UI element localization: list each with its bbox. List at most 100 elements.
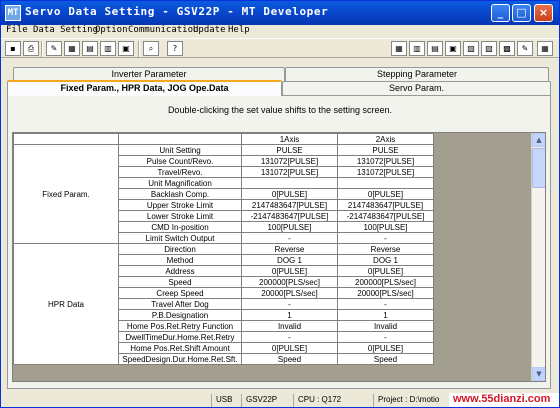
maximize-button[interactable]: □ (512, 4, 531, 22)
help-icon[interactable]: ? (167, 41, 183, 56)
scroll-down-button[interactable]: ▼ (532, 367, 545, 381)
param-label: Direction (118, 243, 242, 255)
param-label: Creep Speed (118, 287, 242, 299)
app-icon: MT (5, 5, 21, 21)
minimize-button[interactable]: _ (491, 4, 510, 22)
menu-communication[interactable]: Communication (128, 25, 198, 35)
table-icon[interactable]: ▥ (100, 41, 116, 56)
param-value-axis1[interactable] (241, 177, 338, 189)
status-connection: USB (211, 394, 237, 407)
fixed-param-icon[interactable]: ▣ (445, 41, 461, 56)
param-value-axis2[interactable]: DOG 1 (337, 254, 434, 266)
param-value-axis2[interactable]: 0[PULSE] (337, 342, 434, 354)
param-value-axis2[interactable]: Speed (337, 353, 434, 365)
param-value-axis2[interactable]: PULSE (337, 144, 434, 156)
tab-servo-param[interactable]: Servo Param. (282, 81, 551, 95)
close-button[interactable]: × (534, 4, 553, 22)
param-value-axis1[interactable]: DOG 1 (241, 254, 338, 266)
param-value-axis1[interactable]: Reverse (241, 243, 338, 255)
param-value-axis1[interactable]: 0[PULSE] (241, 342, 338, 354)
param-label: Speed (118, 276, 242, 288)
group-label: HPR Data (13, 243, 119, 365)
param-value-axis1[interactable]: Invalid (241, 320, 338, 332)
param-value-axis2[interactable]: 131072[PULSE] (337, 155, 434, 167)
hpr-icon[interactable]: ▧ (463, 41, 479, 56)
vertical-scrollbar[interactable]: ▲ ▼ (531, 133, 545, 381)
tab-panel: Double-clicking the set value shifts to … (7, 95, 551, 389)
tile-icon[interactable]: ▦ (537, 41, 553, 56)
main-window: MT Servo Data Setting - GSV22P - MT Deve… (0, 0, 560, 408)
tab-inverter-parameter[interactable]: Inverter Parameter (13, 67, 285, 81)
param-value-axis1[interactable]: - (241, 232, 338, 244)
param-value-axis1[interactable]: - (241, 331, 338, 343)
param-value-axis1[interactable]: 131072[PULSE] (241, 166, 338, 178)
param-label: Travel/Revo. (118, 166, 242, 178)
param-value-axis2[interactable] (337, 177, 434, 189)
param-value-axis1[interactable]: 131072[PULSE] (241, 155, 338, 167)
title-bar[interactable]: MT Servo Data Setting - GSV22P - MT Deve… (1, 1, 559, 25)
search-icon[interactable]: ⌕ (143, 41, 159, 56)
param-value-axis2[interactable]: 2147483647[PULSE] (337, 199, 434, 211)
scroll-thumb[interactable] (532, 148, 545, 188)
menu-file[interactable]: File (6, 25, 28, 35)
menu-option[interactable]: Option (95, 25, 128, 35)
param-value-axis1[interactable]: -2147483647[PULSE] (241, 210, 338, 222)
tab-stepping-parameter[interactable]: Stepping Parameter (285, 67, 549, 81)
param-value-axis2[interactable]: 0[PULSE] (337, 265, 434, 277)
watermark-text: www.55dianzi.com (449, 393, 559, 407)
pen-icon[interactable]: ✎ (517, 41, 533, 56)
param-value-axis2[interactable]: 0[PULSE] (337, 188, 434, 200)
hint-text: Double-clicking the set value shifts to … (167, 105, 393, 115)
table-row: HPR Data Direction Reverse Reverse (13, 243, 434, 365)
param-value-axis1[interactable]: 20000[PLS/sec] (241, 287, 338, 299)
axis-icon[interactable]: ▦ (391, 41, 407, 56)
param-label: Home Pos.Ret.Shift Amount (118, 342, 242, 354)
param-value-axis1[interactable]: 1 (241, 309, 338, 321)
param-value-axis2[interactable]: Reverse (337, 243, 434, 255)
calc-icon[interactable]: ▦ (64, 41, 80, 56)
param-value-axis2[interactable]: 1 (337, 309, 434, 321)
param-value-axis2[interactable]: -2147483647[PULSE] (337, 210, 434, 222)
param-value-axis2[interactable]: 131072[PULSE] (337, 166, 434, 178)
param-value-axis1[interactable]: 0[PULSE] (241, 265, 338, 277)
jog-icon[interactable]: ▨ (481, 41, 497, 56)
param-value-axis2[interactable]: 200000[PLS/sec] (337, 276, 434, 288)
param-value-axis2[interactable]: - (337, 331, 434, 343)
monitor-icon[interactable]: ▣ (118, 41, 134, 56)
param-label: Address (118, 265, 242, 277)
param-label: CMD In-position (118, 221, 242, 233)
grid-corner-cell (118, 133, 242, 145)
window-icon[interactable]: ▩ (499, 41, 515, 56)
param-value-axis2[interactable]: 20000[PLS/sec] (337, 287, 434, 299)
tool-icon[interactable]: ✎ (46, 41, 62, 56)
param-value-axis2[interactable]: Invalid (337, 320, 434, 332)
param-label: Lower Stroke Limit (118, 210, 242, 222)
scroll-up-button[interactable]: ▲ (532, 133, 545, 147)
toolbar-separator (41, 41, 43, 57)
amp-icon[interactable]: ▤ (427, 41, 443, 56)
param-value-axis2[interactable]: 100[PULSE] (337, 221, 434, 233)
param-value-axis2[interactable]: - (337, 298, 434, 310)
grid-header-row: 1Axis 2Axis (13, 133, 434, 145)
param-value-axis1[interactable]: 100[PULSE] (241, 221, 338, 233)
parameter-grid: 1Axis 2Axis Fixed Param. Unit Setting PULSE P… (12, 132, 546, 382)
param-value-axis1[interactable]: Speed (241, 353, 338, 365)
axis-header: 2Axis (337, 133, 434, 145)
param-value-axis1[interactable]: - (241, 298, 338, 310)
param-label: Unit Magnification (118, 177, 242, 189)
param-value-axis1[interactable]: 200000[PLS/sec] (241, 276, 338, 288)
servo-icon[interactable]: ▥ (409, 41, 425, 56)
menu-help[interactable]: Help (228, 25, 250, 35)
param-value-axis1[interactable]: 2147483647[PULSE] (241, 199, 338, 211)
menu-data-setting[interactable]: Data Setting (33, 25, 98, 35)
edit-icon[interactable]: ▤ (82, 41, 98, 56)
save-icon[interactable]: ▪ (5, 41, 21, 56)
param-label: Limit Switch Output (118, 232, 242, 244)
param-value-axis1[interactable]: 0[PULSE] (241, 188, 338, 200)
param-value-axis1[interactable]: PULSE (241, 144, 338, 156)
print-icon[interactable]: ⎙ (23, 41, 39, 56)
status-cpu: CPU : Q172 (293, 394, 365, 407)
menu-update[interactable]: Update (193, 25, 226, 35)
tab-fixed-param[interactable]: Fixed Param., HPR Data, JOG Ope.Data (7, 80, 282, 96)
param-value-axis2[interactable]: - (337, 232, 434, 244)
